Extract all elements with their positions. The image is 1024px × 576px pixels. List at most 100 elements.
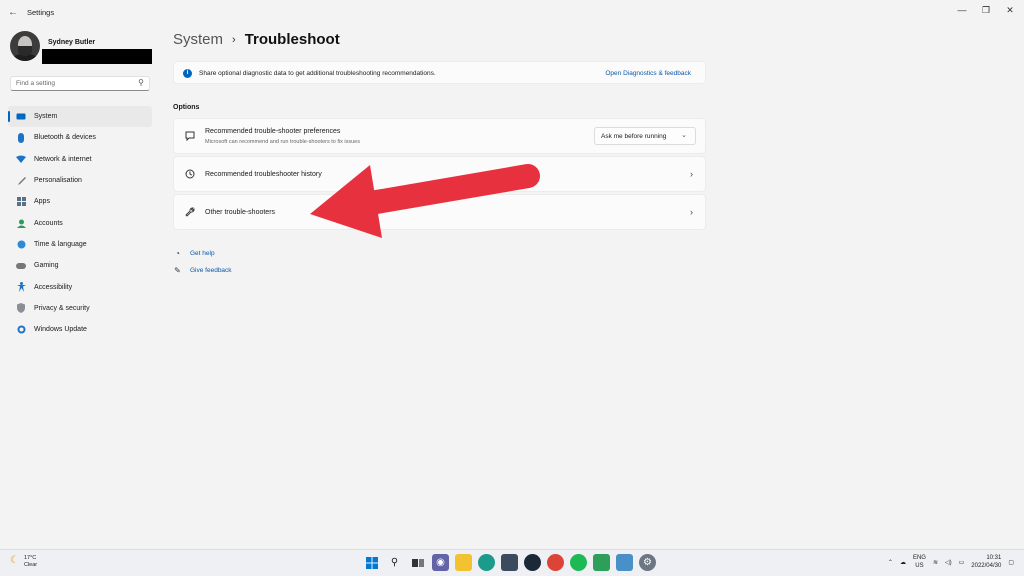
sidebar-item-network[interactable]: Network & internet [8,149,152,170]
volume-icon[interactable]: ◁) [945,559,952,566]
sidebar-item-accounts[interactable]: Accounts [8,212,152,233]
steam-icon[interactable] [524,554,541,571]
chat-bubble-icon [184,131,196,144]
app-icon[interactable] [593,554,610,571]
history-icon [184,169,196,182]
chat-icon[interactable]: ◉ [432,554,449,571]
get-help-link[interactable]: ◔ Get help [173,249,215,258]
troubleshooter-preference-dropdown[interactable]: Ask me before running ⌄ [594,127,696,145]
back-arrow-icon[interactable]: ← [8,7,18,18]
file-explorer-icon[interactable] [455,554,472,571]
info-text: Share optional diagnostic data to get ad… [199,70,436,77]
minimize-icon[interactable]: — [951,3,973,17]
lang-code: ENG [912,555,926,561]
update-icon [16,325,26,335]
sidebar-item-apps[interactable]: Apps [8,191,152,212]
weather-temp: 17°C [23,555,37,561]
windows-start-icon[interactable] [363,554,380,571]
sidebar-item-label: Time & language [34,240,87,248]
troubleshooter-preferences-card: Recommended trouble-shooter preferences … [173,118,706,154]
window-title: Settings [27,8,55,17]
row-title: Recommended troubleshooter history [205,171,322,178]
sidebar-item-label: Accounts [34,219,63,227]
chrome-icon[interactable] [547,554,564,571]
task-view-icon[interactable] [409,554,426,571]
other-troubleshooters-row[interactable]: Other trouble-shooters › [173,194,706,230]
chevron-right-icon: › [690,207,693,217]
annotation-arrow [310,164,540,238]
sidebar-item-label: Accessibility [34,283,73,291]
row-title: Other trouble-shooters [205,209,276,216]
store-icon[interactable] [501,554,518,571]
cloud-icon[interactable]: ☁ [900,559,906,566]
give-feedback-label: Give feedback [190,267,232,274]
search-icon[interactable]: ⚲ [386,554,403,571]
sidebar-item-windows-update[interactable]: Windows Update [8,319,152,340]
sidebar-item-personalisation[interactable]: Personalisation [8,170,152,191]
sidebar-item-time-language[interactable]: Time & language [8,234,152,255]
gamepad-icon [16,261,26,271]
title-bar: ← Settings — ❐ ✕ [0,0,1024,26]
battery-icon[interactable]: ▭ [959,559,965,566]
moon-icon: ☾ [10,555,19,566]
diagnostics-info-bar: i Share optional diagnostic data to get … [173,61,706,84]
sidebar-item-system[interactable]: System [8,106,152,128]
sidebar-item-gaming[interactable]: Gaming [8,255,152,276]
shield-icon [16,303,26,314]
sidebar-item-label: Privacy & security [34,304,90,312]
chevron-right-icon: › [690,169,693,179]
sidebar-item-privacy[interactable]: Privacy & security [8,298,152,319]
brush-icon [16,176,26,186]
restore-icon[interactable]: ❐ [975,3,997,17]
spotify-icon[interactable] [570,554,587,571]
info-icon: i [183,69,192,78]
sidebar-item-label: Network & internet [34,155,92,163]
get-help-label: Get help [190,250,215,257]
open-diagnostics-link[interactable]: Open Diagnostics & feedback [605,70,691,77]
clock[interactable]: 10:31 2022/04/30 [971,554,1001,570]
accessibility-icon [16,282,26,293]
breadcrumb-parent[interactable]: System [173,31,223,48]
sidebar-nav: System Bluetooth & devices Network & int… [8,106,152,340]
clock-date: 2022/04/30 [971,563,1002,569]
photos-icon[interactable] [616,554,633,571]
search-icon: ⚲ [138,78,144,87]
row-title: Recommended trouble-shooter preferences [205,128,341,135]
wrench-icon [184,207,196,220]
page-title: Troubleshoot [244,31,340,48]
bluetooth-icon [16,132,26,143]
wifi-icon[interactable]: ≋ [933,559,938,566]
give-feedback-link[interactable]: ✎ Give feedback [173,266,232,275]
apps-icon [16,197,26,207]
search-input[interactable]: Find a setting ⚲ [10,76,150,91]
help-icon: ◔ [175,249,180,258]
feedback-icon: ✎ [174,266,181,275]
settings-gear-icon[interactable]: ⚙ [639,554,656,571]
breadcrumb: System › Troubleshoot [173,31,340,48]
dropdown-value: Ask me before running [601,133,667,140]
sidebar-item-accessibility[interactable]: Accessibility [8,276,152,297]
troubleshooter-history-row[interactable]: Recommended troubleshooter history › [173,156,706,192]
chevron-up-icon[interactable]: ⌃ [888,559,893,566]
taskbar-apps: ⚲ ◉ ⚙ [363,554,656,571]
options-heading: Options [173,104,200,111]
weather-widget[interactable]: ☾ 17°C Clear [10,555,37,569]
sidebar-item-label: Gaming [34,262,59,270]
person-icon [16,218,26,228]
sidebar-item-label: Bluetooth & devices [34,134,96,142]
chevron-down-icon: ⌄ [681,132,687,139]
sidebar-item-bluetooth[interactable]: Bluetooth & devices [8,127,152,148]
monitor-icon [16,112,26,122]
close-icon[interactable]: ✕ [999,3,1021,17]
notification-icon[interactable]: ▢ [1008,559,1014,566]
taskbar: ☾ 17°C Clear ⚲ ◉ ⚙ ⌃ ☁ ENG US ≋ ◁) ▭ 10:… [0,549,1024,576]
language-indicator[interactable]: ENG US [913,554,926,570]
sidebar-item-label: System [34,113,58,121]
edge-icon[interactable] [478,554,495,571]
clock-time: 10:31 [986,555,1002,561]
system-tray: ⌃ ☁ ENG US ≋ ◁) ▭ 10:31 2022/04/30 ▢ [888,554,1014,570]
avatar[interactable] [10,31,40,61]
redacted-email [42,49,152,64]
lang-region: US [915,563,924,569]
breadcrumb-separator: › [232,33,236,46]
